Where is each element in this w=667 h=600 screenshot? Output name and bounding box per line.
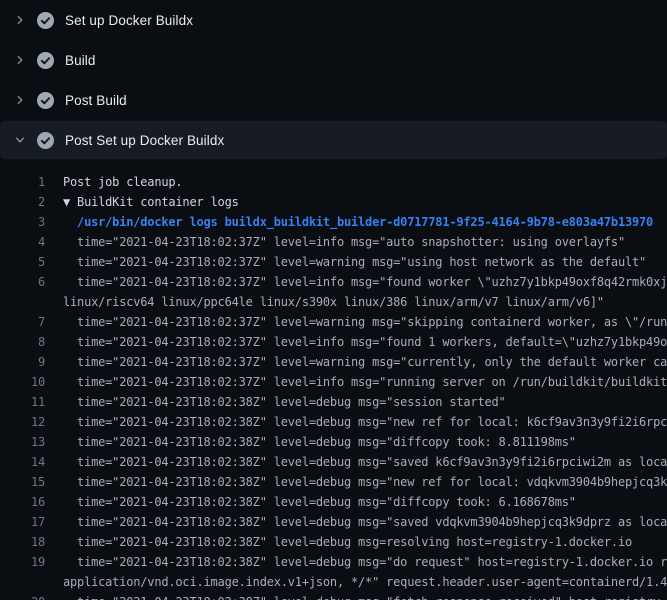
step-header-post-build[interactable]: Post Build <box>0 80 667 120</box>
log-line-list: 1 Post job cleanup. 2 ▼ BuildKit contain… <box>0 160 667 600</box>
log-line-number[interactable]: 8 <box>0 332 45 352</box>
log-line: 5 time="2021-04-23T18:02:37Z" level=warn… <box>0 252 667 272</box>
log-line-text: time="2021-04-23T18:02:38Z" level=debug … <box>63 392 667 412</box>
log-line: 2 ▼ BuildKit container logs <box>0 192 667 212</box>
log-line-text: time="2021-04-23T18:02:38Z" level=debug … <box>63 532 667 552</box>
log-line: 4 time="2021-04-23T18:02:37Z" level=info… <box>0 232 667 252</box>
log-line-text: time="2021-04-23T18:02:38Z" level=debug … <box>63 512 667 532</box>
log-line: 19 time="2021-04-23T18:02:38Z" level=deb… <box>0 552 667 572</box>
check-circle-icon <box>37 92 54 109</box>
step-title: Build <box>65 53 96 68</box>
log-line: 10 time="2021-04-23T18:02:37Z" level=inf… <box>0 372 667 392</box>
log-line-text: time="2021-04-23T18:02:38Z" level=debug … <box>63 432 667 452</box>
log-line-text: time="2021-04-23T18:02:38Z" level=debug … <box>63 552 667 572</box>
log-line-text[interactable]: ▼ BuildKit container logs <box>63 192 667 212</box>
log-line: 3 /usr/bin/docker logs buildx_buildkit_b… <box>0 212 667 232</box>
log-line-number <box>0 292 45 312</box>
log-line-number <box>0 572 45 592</box>
log-line: linux/riscv64 linux/ppc64le linux/s390x … <box>0 292 667 312</box>
check-circle-icon <box>37 52 54 69</box>
log-line-number[interactable]: 9 <box>0 352 45 372</box>
log-line-text: time="2021-04-23T18:02:37Z" level=info m… <box>63 232 667 252</box>
actions-log-viewer: Set up Docker Buildx Build Post Build <box>0 0 667 600</box>
log-line-number[interactable]: 7 <box>0 312 45 332</box>
log-line-text: time="2021-04-23T18:02:37Z" level=warnin… <box>63 312 667 332</box>
log-line-number[interactable]: 19 <box>0 552 45 572</box>
step-header-post-set-up-docker-buildx[interactable]: Post Set up Docker Buildx <box>0 121 667 159</box>
log-line: 8 time="2021-04-23T18:02:37Z" level=info… <box>0 332 667 352</box>
log-line: 6 time="2021-04-23T18:02:37Z" level=info… <box>0 272 667 292</box>
log-line: 7 time="2021-04-23T18:02:37Z" level=warn… <box>0 312 667 332</box>
log-line-number[interactable]: 13 <box>0 432 45 452</box>
log-line-text: time="2021-04-23T18:02:38Z" level=debug … <box>63 592 667 600</box>
log-line: 15 time="2021-04-23T18:02:38Z" level=deb… <box>0 472 667 492</box>
log-line: 16 time="2021-04-23T18:02:38Z" level=deb… <box>0 492 667 512</box>
log-line-number[interactable]: 12 <box>0 412 45 432</box>
chevron-icon <box>13 133 27 147</box>
log-line-text: time="2021-04-23T18:02:38Z" level=debug … <box>63 412 667 432</box>
chevron-icon <box>13 13 27 27</box>
log-line-number[interactable]: 5 <box>0 252 45 272</box>
step-header-list: Set up Docker Buildx Build Post Build <box>0 0 667 159</box>
log-line: 11 time="2021-04-23T18:02:38Z" level=deb… <box>0 392 667 412</box>
log-line: 18 time="2021-04-23T18:02:38Z" level=deb… <box>0 532 667 552</box>
log-line-text: time="2021-04-23T18:02:37Z" level=info m… <box>63 332 667 352</box>
log-line-number[interactable]: 11 <box>0 392 45 412</box>
log-line: application/vnd.oci.image.index.v1+json,… <box>0 572 667 592</box>
step-title: Post Set up Docker Buildx <box>65 133 224 148</box>
log-line: 20 time="2021-04-23T18:02:38Z" level=deb… <box>0 592 667 600</box>
log-line-text: linux/riscv64 linux/ppc64le linux/s390x … <box>63 292 667 312</box>
log-line: 13 time="2021-04-23T18:02:38Z" level=deb… <box>0 432 667 452</box>
log-line-number[interactable]: 20 <box>0 592 45 600</box>
log-line-text: time="2021-04-23T18:02:37Z" level=info m… <box>63 272 667 292</box>
log-line-number[interactable]: 18 <box>0 532 45 552</box>
log-line-number[interactable]: 16 <box>0 492 45 512</box>
log-line: 17 time="2021-04-23T18:02:38Z" level=deb… <box>0 512 667 532</box>
step-header-set-up-docker-buildx[interactable]: Set up Docker Buildx <box>0 0 667 40</box>
log-line: 12 time="2021-04-23T18:02:38Z" level=deb… <box>0 412 667 432</box>
log-line-number[interactable]: 14 <box>0 452 45 472</box>
log-line-number[interactable]: 4 <box>0 232 45 252</box>
log-line-text: time="2021-04-23T18:02:37Z" level=warnin… <box>63 252 667 272</box>
log-line-number[interactable]: 1 <box>0 172 45 192</box>
step-title: Post Build <box>65 93 127 108</box>
log-line-text: time="2021-04-23T18:02:38Z" level=debug … <box>63 452 667 472</box>
log-line-number[interactable]: 3 <box>0 212 45 232</box>
step-header-build[interactable]: Build <box>0 40 667 80</box>
check-circle-icon <box>37 12 54 29</box>
log-line-number[interactable]: 2 <box>0 192 45 212</box>
log-line-text: time="2021-04-23T18:02:37Z" level=info m… <box>63 372 667 392</box>
log-line-text: time="2021-04-23T18:02:38Z" level=debug … <box>63 472 667 492</box>
log-line-text: application/vnd.oci.image.index.v1+json,… <box>63 572 667 592</box>
log-line-number[interactable]: 6 <box>0 272 45 292</box>
log-line-text: /usr/bin/docker logs buildx_buildkit_bui… <box>63 212 667 232</box>
log-line-number[interactable]: 10 <box>0 372 45 392</box>
check-circle-icon <box>37 132 54 149</box>
log-line-text: time="2021-04-23T18:02:38Z" level=debug … <box>63 492 667 512</box>
log-line-number[interactable]: 15 <box>0 472 45 492</box>
chevron-icon <box>13 53 27 67</box>
log-line: 9 time="2021-04-23T18:02:37Z" level=warn… <box>0 352 667 372</box>
log-line-text: Post job cleanup. <box>63 172 667 192</box>
log-line-number[interactable]: 17 <box>0 512 45 532</box>
log-line: 14 time="2021-04-23T18:02:38Z" level=deb… <box>0 452 667 472</box>
log-line: 1 Post job cleanup. <box>0 172 667 192</box>
chevron-icon <box>13 93 27 107</box>
log-line-text: time="2021-04-23T18:02:37Z" level=warnin… <box>63 352 667 372</box>
step-title: Set up Docker Buildx <box>65 13 193 28</box>
